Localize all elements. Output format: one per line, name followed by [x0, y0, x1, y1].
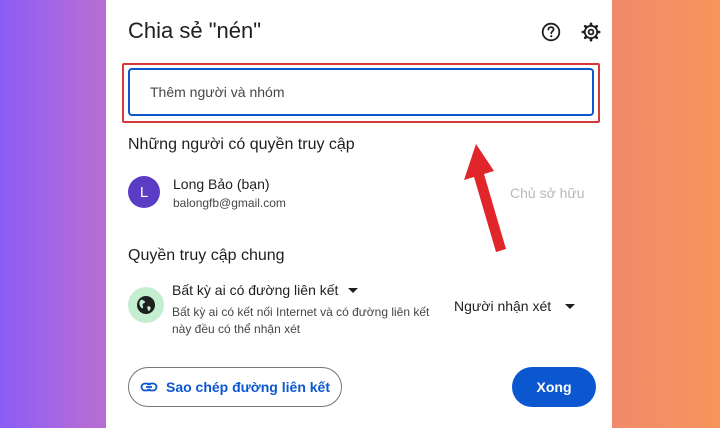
- user-email: balongfb@gmail.com: [173, 196, 286, 210]
- share-dialog: Chia sẻ "nén" Những người có quyền truy …: [106, 0, 612, 428]
- caret-down-icon: [565, 303, 576, 309]
- add-people-input[interactable]: [128, 68, 594, 116]
- avatar: L: [128, 176, 160, 208]
- access-type-label: Bất kỳ ai có đường liên kết: [172, 282, 339, 298]
- role-dropdown[interactable]: Người nhận xét: [454, 298, 576, 314]
- gear-icon[interactable]: [580, 21, 602, 43]
- role-label: Người nhận xét: [454, 298, 552, 314]
- globe-icon: [128, 287, 164, 323]
- access-description: Bất kỳ ai có kết nối Internet và có đườn…: [172, 305, 430, 336]
- access-type-dropdown[interactable]: Bất kỳ ai có đường liên kết: [172, 282, 359, 298]
- general-access-heading: Quyền truy cập chung: [128, 247, 285, 264]
- done-label: Xong: [536, 379, 572, 395]
- copy-link-label: Sao chép đường liên kết: [165, 379, 330, 395]
- annotation-arrow-icon: [464, 144, 506, 252]
- avatar-letter: L: [139, 183, 149, 201]
- people-section-heading: Những người có quyền truy cập: [128, 136, 355, 153]
- link-icon: [140, 382, 158, 392]
- user-name: Long Bảo (bạn): [173, 176, 270, 192]
- copy-link-button[interactable]: Sao chép đường liên kết: [128, 367, 342, 407]
- done-button[interactable]: Xong: [512, 367, 596, 407]
- caret-down-icon: [348, 287, 359, 293]
- dialog-title: Chia sẻ "nén": [128, 18, 262, 43]
- help-icon[interactable]: [540, 21, 562, 43]
